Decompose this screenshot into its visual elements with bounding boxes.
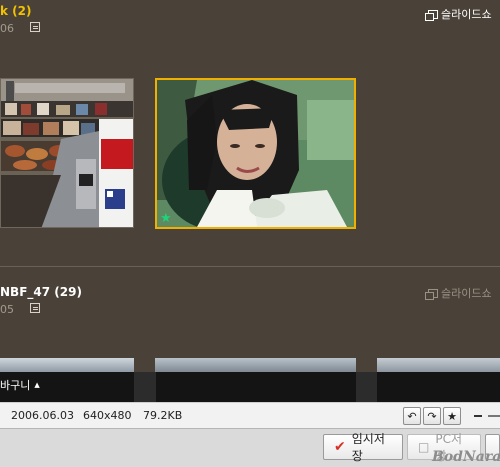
album-date: 05 bbox=[0, 303, 14, 316]
tray-panel bbox=[134, 372, 156, 402]
rotate-left-button[interactable]: ↶ bbox=[403, 407, 421, 425]
photo-dimensions: 640x480 bbox=[83, 409, 132, 422]
rotate-left-icon: ↶ bbox=[407, 409, 417, 423]
rotate-right-icon: ↷ bbox=[427, 409, 437, 423]
slideshow-label: 슬라이드쇼 bbox=[441, 8, 492, 21]
zoom-out-button[interactable] bbox=[474, 415, 482, 417]
basket-toggle[interactable]: 바구니 ▲ bbox=[0, 377, 40, 393]
photo-size: 79.2KB bbox=[143, 409, 183, 422]
woman-portrait-image bbox=[157, 80, 354, 227]
caret-up-icon: ▲ bbox=[34, 381, 40, 389]
photo-thumbnail[interactable] bbox=[377, 358, 500, 372]
temp-save-label: 임시저장 bbox=[351, 432, 385, 463]
album-date: 06 bbox=[0, 22, 14, 35]
basket-label: 바구니 bbox=[0, 379, 31, 392]
photo-date: 2006.06.03 bbox=[11, 409, 74, 422]
tray-panel bbox=[356, 372, 377, 402]
rotate-right-button[interactable]: ↷ bbox=[423, 407, 441, 425]
temp-save-button[interactable]: ✔ 임시저장 bbox=[323, 432, 403, 463]
memo-icon[interactable] bbox=[30, 22, 40, 32]
action-bar: ✔ 임시저장 □ PC저장 BodNara bbox=[0, 428, 500, 467]
status-bar: 2006.06.03 640x480 79.2KB ↶ ↷ ★ bbox=[0, 402, 500, 428]
slideshow-icon bbox=[425, 288, 438, 300]
star-icon: ★ bbox=[160, 211, 172, 226]
star-icon: ★ bbox=[447, 409, 457, 423]
monitor-icon: □ bbox=[418, 440, 430, 454]
slideshow-label: 슬라이드쇼 bbox=[441, 287, 492, 300]
slideshow-link[interactable]: 슬라이드쇼 bbox=[425, 6, 492, 22]
album-title[interactable]: k (2) bbox=[0, 4, 31, 18]
slideshow-link[interactable]: 슬라이드쇼 bbox=[425, 285, 492, 301]
star-button[interactable]: ★ bbox=[443, 407, 461, 425]
album-title[interactable]: NBF_47 (29) bbox=[0, 285, 82, 299]
photo-thumbnail[interactable] bbox=[0, 78, 134, 228]
basket-tray: 바구니 ▲ bbox=[0, 372, 500, 402]
photo-thumbnail[interactable] bbox=[155, 358, 356, 372]
memo-icon[interactable] bbox=[30, 303, 40, 313]
market-stall-image bbox=[1, 79, 133, 227]
section-divider bbox=[0, 266, 500, 267]
zoom-slider[interactable] bbox=[488, 415, 500, 417]
photo-thumbnail[interactable] bbox=[0, 358, 134, 372]
check-icon: ✔ bbox=[334, 439, 346, 455]
watermark-logo: BodNara bbox=[432, 449, 500, 465]
slideshow-icon bbox=[425, 9, 438, 21]
photo-thumbnail-selected[interactable]: ★ bbox=[155, 78, 356, 229]
